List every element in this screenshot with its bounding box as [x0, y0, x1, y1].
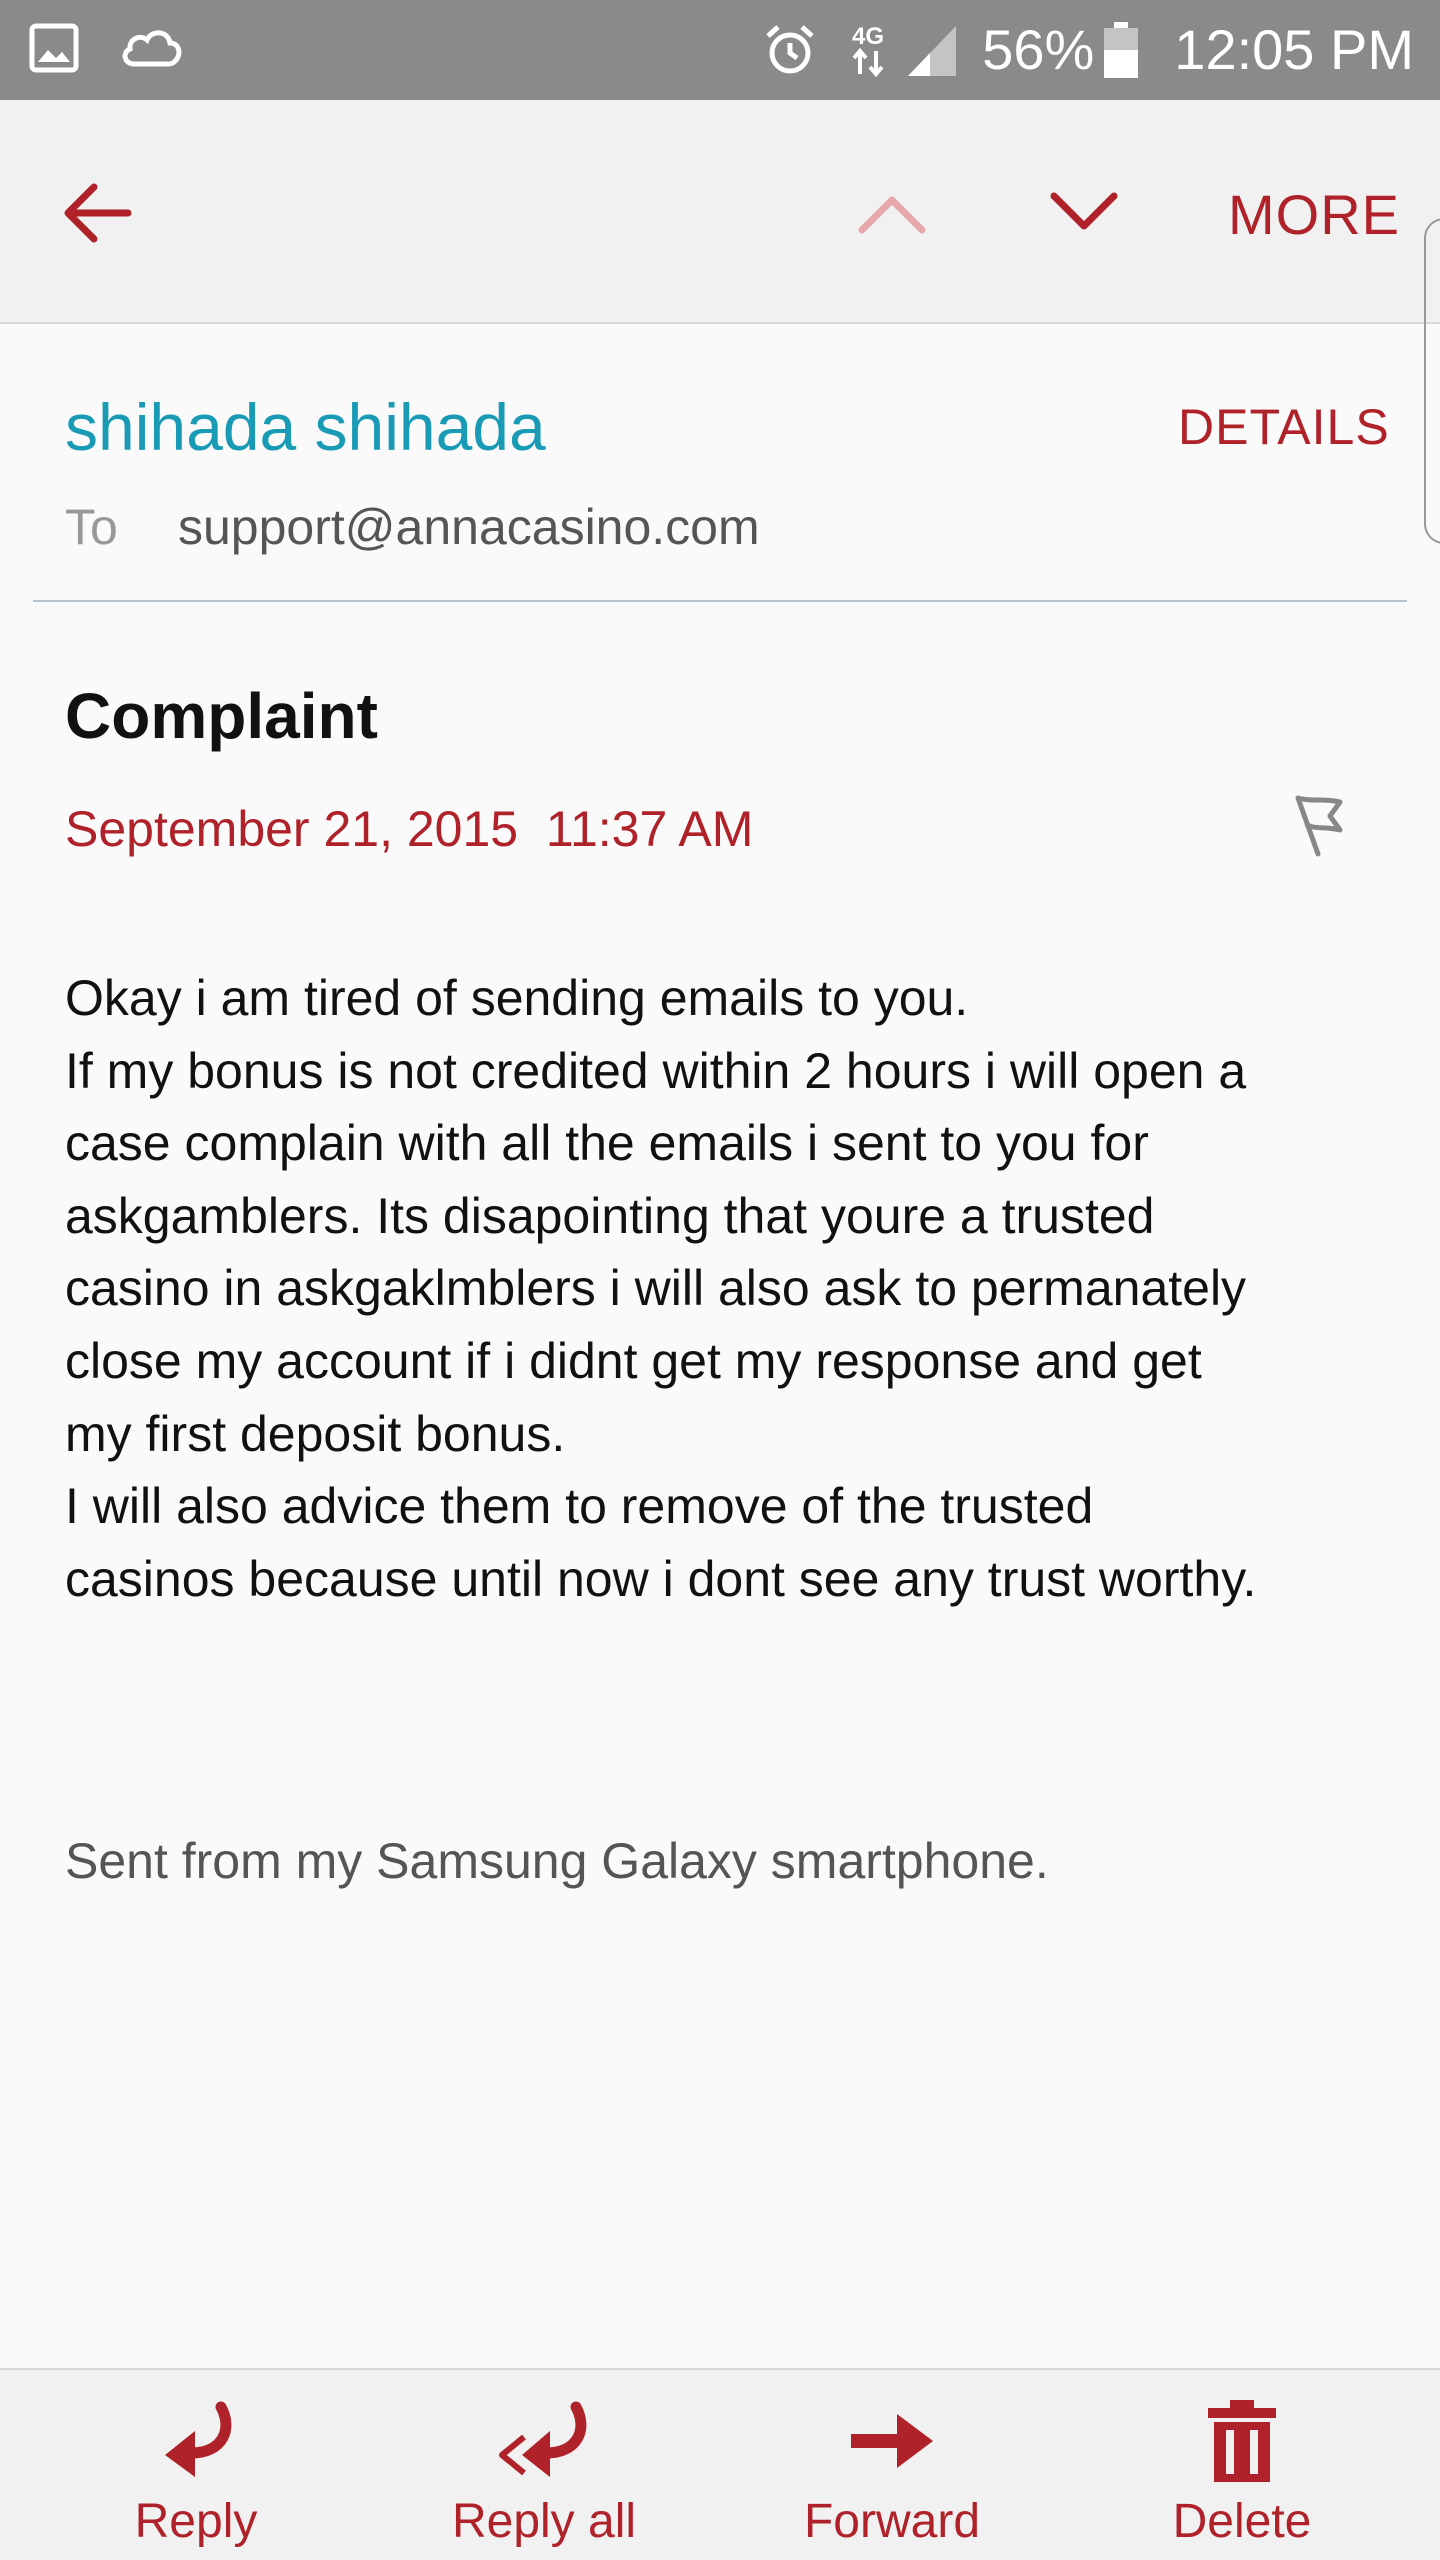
body-line: askgamblers. Its disapointing that youre… — [65, 1187, 1155, 1244]
signal-icon — [904, 22, 960, 78]
reply-all-button[interactable]: Reply all — [364, 2370, 724, 2560]
network-4g-icon: 4G — [844, 20, 892, 80]
status-bar: 4G 56% 12:05 PM — [0, 0, 1440, 100]
more-button[interactable]: MORE — [1228, 180, 1400, 250]
chevron-up-icon — [858, 196, 926, 234]
email-date: September 21, 2015 11:37 AM — [65, 801, 754, 857]
battery-icon — [1102, 20, 1140, 80]
reply-all-label: Reply all — [451, 2495, 637, 2548]
body-line: case complain with all the emails i sent… — [65, 1115, 1149, 1172]
svg-text:4G: 4G — [852, 23, 884, 50]
alarm-icon — [762, 22, 818, 78]
back-arrow-icon — [64, 183, 132, 243]
reply-button[interactable]: Reply — [16, 2370, 376, 2560]
body-line: If my bonus is not credited within 2 hou… — [65, 1042, 1247, 1099]
forward-label: Forward — [803, 2495, 981, 2548]
body-line: Okay i am tired of sending emails to you… — [65, 970, 969, 1026]
sender-name[interactable]: shihada shihada — [65, 382, 546, 472]
body-line: my first deposit bonus. — [65, 1405, 566, 1462]
reply-icon — [141, 2396, 251, 2486]
body-line: close my account if i didnt get my respo… — [65, 1332, 1202, 1389]
forward-button[interactable]: Forward — [712, 2370, 1072, 2560]
details-button[interactable]: DETAILS — [1178, 392, 1390, 462]
email-signature: Sent from my Samsung Galaxy smartphone. — [65, 1833, 1049, 1889]
forward-arrow-icon — [837, 2396, 947, 2486]
email-body: Okay i am tired of sending emails to you… — [65, 962, 1405, 1615]
flag-icon[interactable] — [1284, 790, 1354, 860]
edge-panel-handle[interactable] — [1424, 218, 1440, 544]
body-line: casino in askgaklmblers i will also ask … — [65, 1260, 1247, 1317]
trash-icon — [1187, 2396, 1297, 2486]
delete-label: Delete — [1172, 2495, 1312, 2548]
body-line: I will also advice them to remove of the… — [65, 1478, 1094, 1535]
clock: 12:05 PM — [1174, 18, 1414, 81]
reply-all-icon — [489, 2396, 599, 2486]
recipient-address[interactable]: support@annacasino.com — [178, 496, 760, 558]
email-toolbar: MORE — [0, 100, 1440, 324]
next-email-button[interactable] — [1048, 188, 1120, 238]
cloud-icon — [120, 26, 184, 70]
reply-label: Reply — [134, 2495, 258, 2548]
bottom-action-bar: Reply Reply all Forward Delete — [0, 2368, 1440, 2560]
gallery-icon — [28, 22, 80, 74]
previous-email-button[interactable] — [856, 188, 928, 238]
body-line: casinos because until now i dont see any… — [65, 1550, 1257, 1607]
battery-percent: 56% — [982, 18, 1095, 81]
back-button[interactable] — [58, 178, 138, 248]
chevron-down-icon — [1050, 192, 1118, 230]
to-label: To — [65, 499, 118, 555]
delete-button[interactable]: Delete — [1062, 2370, 1422, 2560]
header-divider — [33, 600, 1407, 602]
email-subject: Complaint — [65, 680, 378, 752]
